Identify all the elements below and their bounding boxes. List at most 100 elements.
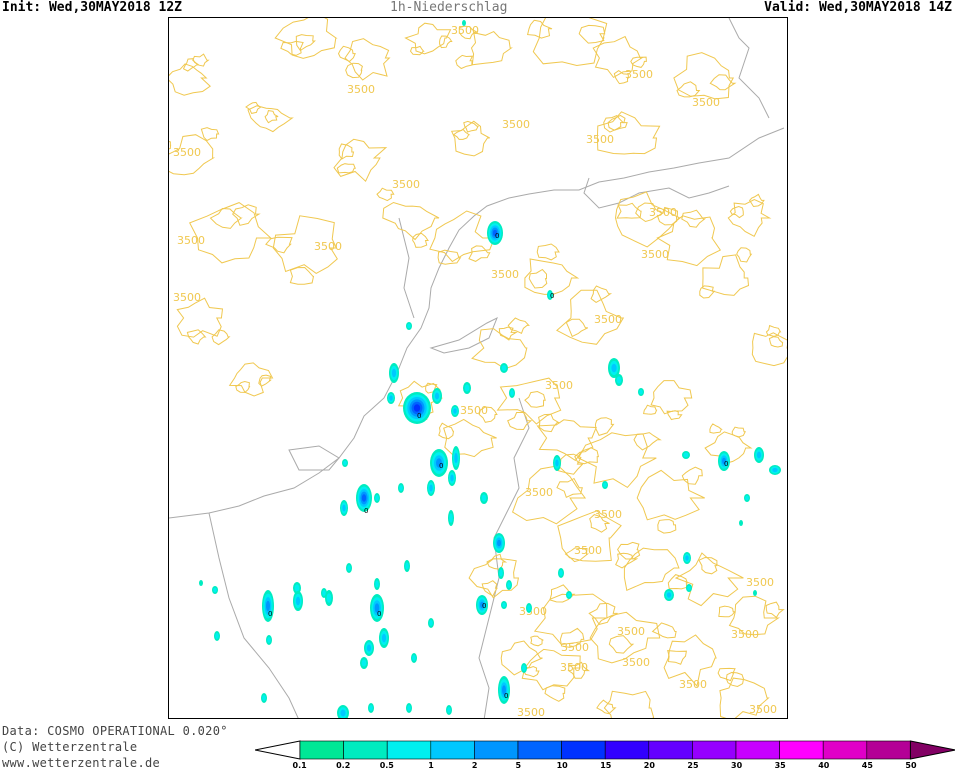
precip-cell xyxy=(340,709,346,717)
cell-label: 0 xyxy=(482,602,486,610)
colorbar-segment xyxy=(866,740,911,760)
colorbar-label: 35 xyxy=(774,761,786,770)
website-link[interactable]: www.wetterzentrale.de xyxy=(2,756,160,770)
precip-cell xyxy=(347,565,351,571)
precip-cell xyxy=(481,494,487,502)
precip-cell xyxy=(502,602,506,608)
contour-label: 3500 xyxy=(177,234,205,247)
precip-cell xyxy=(262,695,266,701)
colorbar-segment xyxy=(430,740,475,760)
precip-cell xyxy=(326,593,332,603)
contour-label: 3500 xyxy=(561,641,589,654)
precip-cell xyxy=(381,633,387,643)
colorbar-label: 30 xyxy=(731,761,743,770)
contour-label: 3500 xyxy=(594,313,622,326)
colorbar-label: 2 xyxy=(471,761,478,770)
precip-cell xyxy=(453,408,457,414)
precip-cell xyxy=(294,584,300,592)
contour-label: 3500 xyxy=(525,486,553,499)
colorbar xyxy=(255,740,955,760)
contour-label: 3500 xyxy=(749,703,777,716)
colorbar-segment xyxy=(604,740,650,760)
contour-label: 3500 xyxy=(622,656,650,669)
precip-cell xyxy=(215,633,219,639)
contour-label: 3500 xyxy=(173,146,201,159)
precip-cell xyxy=(361,659,367,667)
colorbar-segment xyxy=(343,740,388,760)
precip-cell xyxy=(375,580,379,588)
data-source-label: Data: COSMO OPERATIONAL 0.020° xyxy=(2,724,228,738)
precip-cell xyxy=(739,520,743,526)
precip-cell xyxy=(407,323,411,329)
precip-cell xyxy=(462,20,466,26)
precip-cell xyxy=(559,570,563,576)
cell-label: 0 xyxy=(268,610,272,618)
precip-cell xyxy=(366,644,372,652)
contour-label: 3500 xyxy=(560,661,588,674)
precip-cell xyxy=(407,705,411,711)
contour-label: 3500 xyxy=(625,68,653,81)
colorbar-segment xyxy=(561,740,606,760)
contour-label: 3500 xyxy=(617,625,645,638)
contour-label: 3500 xyxy=(392,178,420,191)
precip-cell xyxy=(342,504,346,512)
precip-cell xyxy=(616,376,622,384)
precip-cell xyxy=(267,637,271,643)
colorbar-label: 1 xyxy=(428,761,434,770)
contour-lines xyxy=(169,18,787,718)
precip-cell xyxy=(567,592,571,598)
colorbar-label: 25 xyxy=(687,761,699,770)
colorbar-label: 45 xyxy=(861,761,873,770)
precip-cell xyxy=(449,513,453,523)
colorbar-segment xyxy=(517,740,562,760)
colorbar-label: 15 xyxy=(600,761,612,770)
copyright-label: (C) Wetterzentrale xyxy=(2,740,138,754)
contour-label: 3500 xyxy=(502,118,530,131)
precip-cell xyxy=(399,485,403,491)
precip-cell xyxy=(369,705,373,711)
precip-cell xyxy=(464,384,470,392)
precip-cell xyxy=(772,467,778,473)
colorbar-low-triangle xyxy=(255,740,301,760)
precip-cell xyxy=(434,392,440,400)
init-time-label: Init: Wed,30MAY2018 12Z xyxy=(2,0,183,15)
precip-cell xyxy=(687,585,691,591)
precip-cell xyxy=(510,390,514,396)
colorbar-segment xyxy=(299,740,344,760)
colorbar-label: 20 xyxy=(643,761,655,770)
precip-cell xyxy=(611,363,617,373)
colorbar-segment xyxy=(386,740,432,760)
cell-label: 0 xyxy=(377,610,381,618)
precip-cell xyxy=(497,539,501,547)
precip-cell xyxy=(639,389,643,395)
contour-label: 3500 xyxy=(746,576,774,589)
colorbar-segment xyxy=(822,740,868,760)
precip-cell xyxy=(199,580,203,586)
precip-cell xyxy=(295,596,301,606)
contour-label: 3500 xyxy=(545,379,573,392)
precip-cell xyxy=(361,494,367,502)
precip-cell xyxy=(213,587,217,593)
colorbar-segment xyxy=(735,740,780,760)
precip-cell xyxy=(507,582,511,588)
colorbar-segment xyxy=(474,740,519,760)
contour-label: 3500 xyxy=(347,83,375,96)
colorbar-label: 0.1 xyxy=(292,761,307,770)
colorbar-high-triangle xyxy=(909,740,955,760)
map-title: 1h-Niederschlag xyxy=(390,0,508,15)
precipitation-map: 3500 3500 3500 3500 3500 3500 3500 3500 3500 3500… xyxy=(168,17,788,719)
precip-cell xyxy=(454,452,458,464)
precip-cell xyxy=(501,365,507,371)
colorbar-segment xyxy=(779,740,824,760)
precip-cell xyxy=(322,590,326,596)
contour-label: 3500 xyxy=(679,678,707,691)
precip-cell xyxy=(412,655,416,661)
precip-cell xyxy=(756,451,762,459)
valid-time-label: Valid: Wed,30MAY2018 14Z xyxy=(764,0,952,15)
precip-cell xyxy=(447,707,451,713)
precip-cell xyxy=(666,592,672,598)
precip-cell xyxy=(753,590,757,596)
precip-cell xyxy=(450,474,454,482)
contour-label: 3500 xyxy=(649,206,677,219)
precip-cell xyxy=(683,452,689,458)
